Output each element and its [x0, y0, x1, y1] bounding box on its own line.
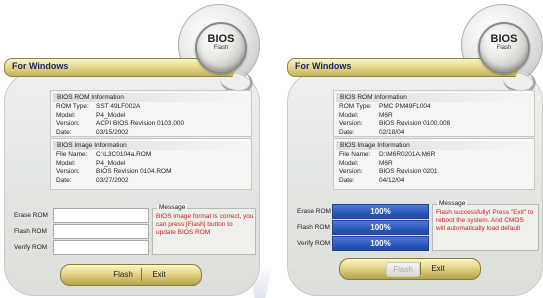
erase-rom-progress: 100%	[332, 204, 429, 219]
title-bar: For Windows	[4, 58, 219, 77]
bios-image-info-box: BIOS Image Information File Name: C:\L3C0…	[50, 138, 252, 190]
image-version-row: Version: BIOS Revision 0201	[339, 168, 438, 175]
rom-info-header: BIOS ROM Information	[53, 92, 249, 102]
message-title: Message	[157, 204, 188, 211]
erase-rom-progress	[53, 208, 149, 223]
message-text: BIOS image format is correct, you can pr…	[156, 213, 254, 236]
bios-flash-logo: BIOS Flash	[195, 22, 247, 74]
flash-rom-label: Flash ROM	[297, 224, 330, 231]
logo-text: BIOS	[207, 33, 235, 45]
rom-type-row: ROM Type: SST 49LF002A	[56, 103, 141, 110]
message-title: Message	[437, 200, 468, 207]
bios-flash-logo: BIOS Flash	[478, 22, 530, 74]
button-bar: Flash Exit	[339, 258, 481, 280]
bios-flash-window-left: For Windows BIOS Flash BIOS ROM Informat…	[0, 0, 262, 298]
verify-rom-progress	[53, 240, 149, 255]
exit-button[interactable]: Exit	[426, 262, 450, 275]
message-box: Message Flash successfully! Press "Exit"…	[432, 200, 539, 251]
rom-type-row: ROM Type: PMC PM49FL004	[339, 103, 431, 110]
rom-date-row: Date: 02/18/04	[339, 128, 405, 136]
image-filename-row: File Name: C:\L3C0104a.ROM	[56, 151, 152, 158]
image-info-header: BIOS Image Information	[53, 140, 249, 150]
flash-rom-progress: 100%	[332, 220, 429, 235]
logo-subtext: Flash	[496, 45, 512, 51]
rom-version-row: Version: BIOS Revision 0100.008	[339, 120, 451, 127]
flash-rom-label: Flash ROM	[14, 228, 47, 235]
bios-rom-info-box: BIOS ROM Information ROM Type: PMC PM49FL…	[333, 90, 535, 137]
title-bar: For Windows	[287, 58, 502, 77]
image-info-header: BIOS Image Information	[336, 140, 532, 150]
button-bar: Flash Exit	[60, 264, 202, 286]
rom-info-header: BIOS ROM Information	[336, 92, 532, 102]
image-date-row: Date: 04/12/04	[339, 176, 405, 184]
button-separator	[141, 268, 142, 281]
logo-text: BIOS	[490, 33, 518, 45]
flash-button[interactable]: Flash	[386, 262, 420, 277]
flash-rom-progress	[53, 224, 149, 239]
window-title: For Windows	[12, 61, 69, 71]
verify-rom-progress: 100%	[332, 236, 429, 251]
verify-rom-label: Verify ROM	[297, 240, 331, 247]
image-model-row: Model: P4_Model	[56, 159, 126, 167]
button-separator	[420, 262, 421, 275]
rom-model-row: Model: M6R	[339, 111, 393, 119]
bios-flash-window-right: For Windows BIOS Flash BIOS ROM Informat…	[283, 0, 543, 298]
bios-rom-info-box: BIOS ROM Information ROM Type: SST 49LF00…	[50, 90, 252, 137]
flash-button[interactable]: Flash	[107, 268, 139, 281]
image-filename-row: File Name: D:\M6R0201A.M6R	[339, 151, 436, 158]
message-text: Flash successfully! Press "Exit" to rebo…	[436, 209, 534, 232]
image-version-row: Version: BIOS Revision 0104.ROM	[56, 168, 172, 175]
logo-subtext: Flash	[213, 45, 229, 51]
rom-version-row: Version: ACPI BIOS Revision 0103.000	[56, 120, 185, 127]
image-date-row: Date: 03/27/2002	[56, 176, 129, 184]
window-title: For Windows	[295, 61, 352, 71]
erase-rom-label: Erase ROM	[297, 208, 331, 215]
erase-rom-label: Erase ROM	[14, 212, 48, 219]
verify-rom-label: Verify ROM	[14, 244, 48, 251]
rom-model-row: Model: P4_Model	[56, 111, 126, 119]
rom-date-row: Date: 03/15/2002	[56, 128, 129, 136]
exit-button[interactable]: Exit	[147, 268, 171, 281]
message-box: Message BIOS image format is correct, yo…	[152, 204, 256, 255]
image-model-row: Model: M6R	[339, 159, 393, 167]
bios-image-info-box: BIOS Image Information File Name: D:\M6R0…	[333, 138, 535, 190]
